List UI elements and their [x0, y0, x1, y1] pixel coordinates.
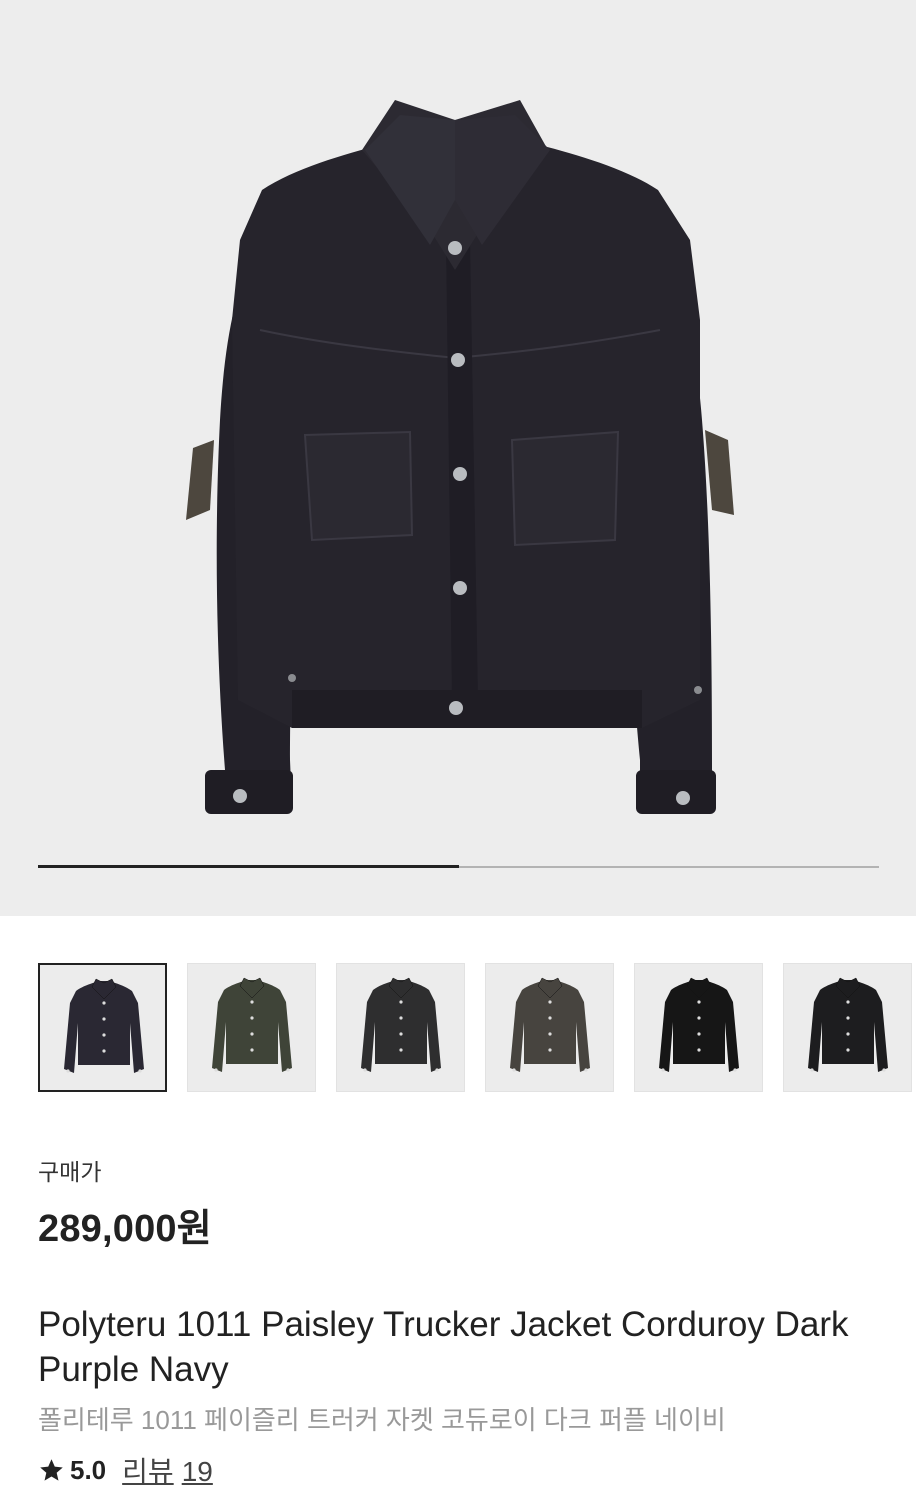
- review-link[interactable]: 리뷰 19: [122, 1450, 213, 1490]
- thumbnail-strip[interactable]: [38, 963, 916, 1092]
- thumbnail-2[interactable]: [187, 963, 316, 1092]
- product-title: Polyteru 1011 Paisley Trucker Jacket Cor…: [38, 1305, 849, 1389]
- price-value: 289,000원: [38, 1208, 212, 1250]
- jacket-image: [186, 100, 734, 814]
- price-label: 구매가: [38, 1159, 102, 1185]
- thumbnail-3[interactable]: [336, 963, 465, 1092]
- star-icon: [38, 1457, 65, 1484]
- rating-score: 5.0: [70, 1454, 107, 1485]
- thumbnail-jacket-image: [510, 977, 590, 1072]
- thumbnail-jacket-image: [361, 977, 441, 1072]
- thumbnail-5[interactable]: [634, 963, 763, 1092]
- gallery-progress-fill: [38, 865, 459, 868]
- thumbnail-4[interactable]: [485, 963, 614, 1092]
- rating-row: 5.0 리뷰 19: [38, 1453, 213, 1487]
- gallery-progress-track: [38, 865, 879, 868]
- thumbnail-6[interactable]: [783, 963, 912, 1092]
- thumbnail-jacket-image: [64, 978, 144, 1073]
- review-count: 19: [181, 1456, 213, 1487]
- thumbnail-jacket-image: [808, 977, 888, 1072]
- main-product-image[interactable]: [0, 0, 916, 916]
- thumbnail-1[interactable]: [38, 963, 167, 1092]
- thumbnail-jacket-image: [659, 977, 739, 1072]
- thumbnail-jacket-image: [212, 977, 292, 1072]
- review-label: 리뷰: [122, 1456, 174, 1487]
- product-subtitle: 폴리테루 1011 페이즐리 트러커 자켓 코듀로이 다크 퍼플 네이비: [38, 1405, 726, 1435]
